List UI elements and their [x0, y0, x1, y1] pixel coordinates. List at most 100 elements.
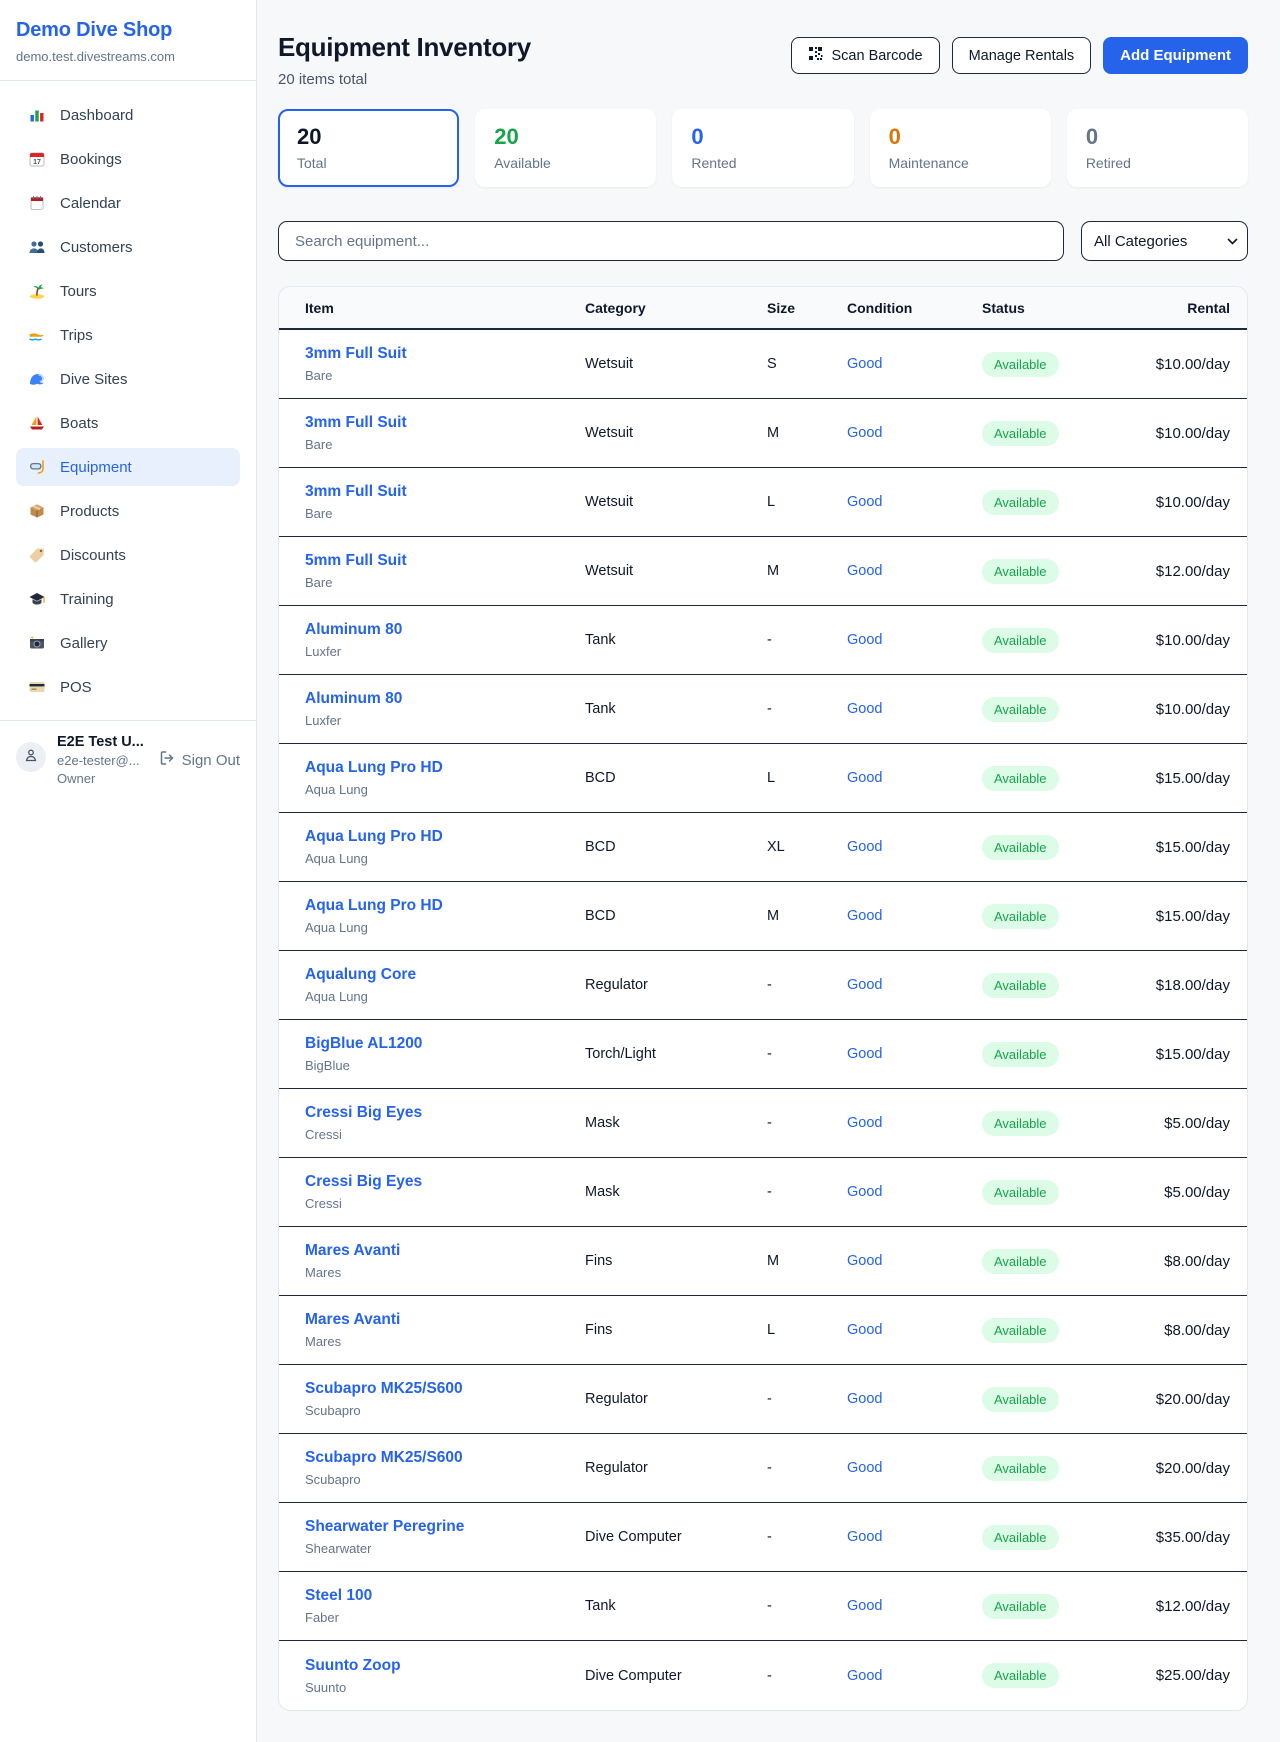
- item-condition-link[interactable]: Good: [847, 1598, 982, 1614]
- item-brand: Cressi: [305, 1127, 585, 1142]
- sidebar-item-dashboard[interactable]: Dashboard: [16, 96, 240, 134]
- table-row[interactable]: Aqua Lung Pro HD Aqua Lung BCD L Good Av…: [279, 744, 1247, 813]
- sidebar-item-tours[interactable]: Tours: [16, 272, 240, 310]
- item-link[interactable]: Scubapro MK25/S600: [305, 1449, 463, 1466]
- sidebar-item-discounts[interactable]: Discounts: [16, 536, 240, 574]
- item-condition-link[interactable]: Good: [847, 908, 982, 924]
- item-link[interactable]: 5mm Full Suit: [305, 552, 407, 569]
- logout-icon: [159, 750, 175, 770]
- sidebar-item-customers[interactable]: Customers: [16, 228, 240, 266]
- sidebar-item-boats[interactable]: Boats: [16, 404, 240, 442]
- sidebar-item-bookings[interactable]: 17 Bookings: [16, 140, 240, 178]
- sidebar-item-gallery[interactable]: Gallery: [16, 624, 240, 662]
- item-condition-link[interactable]: Good: [847, 356, 982, 372]
- sidebar-item-trips[interactable]: Trips: [16, 316, 240, 354]
- sidebar-item-training[interactable]: Training: [16, 580, 240, 618]
- manage-rentals-button[interactable]: Manage Rentals: [952, 37, 1092, 74]
- table-row[interactable]: Cressi Big Eyes Cressi Mask - Good Avail…: [279, 1158, 1247, 1227]
- table-row[interactable]: Aqua Lung Pro HD Aqua Lung BCD M Good Av…: [279, 882, 1247, 951]
- item-rental-price: $8.00/day: [1150, 1322, 1230, 1339]
- item-condition-link[interactable]: Good: [847, 1115, 982, 1131]
- item-link[interactable]: Shearwater Peregrine: [305, 1518, 464, 1535]
- item-condition-link[interactable]: Good: [847, 563, 982, 579]
- item-condition-link[interactable]: Good: [847, 494, 982, 510]
- table-row[interactable]: BigBlue AL1200 BigBlue Torch/Light - Goo…: [279, 1020, 1247, 1089]
- item-link[interactable]: Aqua Lung Pro HD: [305, 759, 443, 776]
- item-condition-link[interactable]: Good: [847, 1668, 982, 1684]
- sign-out-button[interactable]: Sign Out: [159, 750, 240, 770]
- item-link[interactable]: Cressi Big Eyes: [305, 1104, 422, 1121]
- sidebar-nav: Dashboard 17 Bookings Calendar Customers…: [0, 81, 256, 720]
- item-link[interactable]: 3mm Full Suit: [305, 483, 407, 500]
- table-row[interactable]: Shearwater Peregrine Shearwater Dive Com…: [279, 1503, 1247, 1572]
- sidebar-item-pos[interactable]: POS: [16, 668, 240, 706]
- sidebar-item-calendar[interactable]: Calendar: [16, 184, 240, 222]
- item-link[interactable]: Mares Avanti: [305, 1311, 400, 1328]
- item-condition-link[interactable]: Good: [847, 977, 982, 993]
- search-input[interactable]: [278, 221, 1064, 261]
- item-link[interactable]: Suunto Zoop: [305, 1657, 401, 1674]
- stat-card-retired[interactable]: 0 Retired: [1067, 109, 1248, 187]
- brand-name: Demo Dive Shop: [16, 19, 240, 42]
- item-condition-link[interactable]: Good: [847, 1529, 982, 1545]
- item-link[interactable]: Aluminum 80: [305, 621, 402, 638]
- manage-rentals-label: Manage Rentals: [969, 48, 1075, 64]
- table-row[interactable]: Scubapro MK25/S600 Scubapro Regulator - …: [279, 1365, 1247, 1434]
- add-equipment-button[interactable]: Add Equipment: [1103, 37, 1248, 74]
- item-link[interactable]: Aqualung Core: [305, 966, 416, 983]
- table-row[interactable]: Aqualung Core Aqua Lung Regulator - Good…: [279, 951, 1247, 1020]
- item-rental-price: $15.00/day: [1150, 908, 1230, 925]
- item-category: Regulator: [585, 1460, 767, 1476]
- item-link[interactable]: Aqua Lung Pro HD: [305, 897, 443, 914]
- table-row[interactable]: 3mm Full Suit Bare Wetsuit L Good Availa…: [279, 468, 1247, 537]
- sidebar-item-products[interactable]: Products: [16, 492, 240, 530]
- item-link[interactable]: Scubapro MK25/S600: [305, 1380, 463, 1397]
- table-row[interactable]: Mares Avanti Mares Fins L Good Available…: [279, 1296, 1247, 1365]
- category-select[interactable]: All Categories: [1081, 221, 1248, 261]
- item-condition-link[interactable]: Good: [847, 1391, 982, 1407]
- item-condition-link[interactable]: Good: [847, 1184, 982, 1200]
- status-badge: Available: [982, 1042, 1059, 1067]
- item-link[interactable]: 3mm Full Suit: [305, 414, 407, 431]
- item-brand: Bare: [305, 437, 585, 452]
- item-link[interactable]: BigBlue AL1200: [305, 1035, 422, 1052]
- stat-card-maintenance[interactable]: 0 Maintenance: [870, 109, 1051, 187]
- item-link[interactable]: Steel 100: [305, 1587, 372, 1604]
- item-link[interactable]: Cressi Big Eyes: [305, 1173, 422, 1190]
- stat-label: Rented: [691, 155, 834, 171]
- item-brand: Aqua Lung: [305, 920, 585, 935]
- item-condition-link[interactable]: Good: [847, 701, 982, 717]
- table-row[interactable]: Scubapro MK25/S600 Scubapro Regulator - …: [279, 1434, 1247, 1503]
- table-row[interactable]: 5mm Full Suit Bare Wetsuit M Good Availa…: [279, 537, 1247, 606]
- item-link[interactable]: Mares Avanti: [305, 1242, 400, 1259]
- table-row[interactable]: Steel 100 Faber Tank - Good Available $1…: [279, 1572, 1247, 1641]
- item-link[interactable]: Aqua Lung Pro HD: [305, 828, 443, 845]
- table-row[interactable]: Mares Avanti Mares Fins M Good Available…: [279, 1227, 1247, 1296]
- table-row[interactable]: 3mm Full Suit Bare Wetsuit S Good Availa…: [279, 330, 1247, 399]
- table-row[interactable]: Suunto Zoop Suunto Dive Computer - Good …: [279, 1641, 1247, 1710]
- item-link[interactable]: Aluminum 80: [305, 690, 402, 707]
- item-condition-link[interactable]: Good: [847, 1253, 982, 1269]
- sidebar-item-dive-sites[interactable]: Dive Sites: [16, 360, 240, 398]
- status-badge: Available: [982, 1387, 1059, 1412]
- table-row[interactable]: Cressi Big Eyes Cressi Mask - Good Avail…: [279, 1089, 1247, 1158]
- sidebar-item-label: Tours: [60, 283, 97, 300]
- table-row[interactable]: Aluminum 80 Luxfer Tank - Good Available…: [279, 606, 1247, 675]
- item-condition-link[interactable]: Good: [847, 632, 982, 648]
- item-condition-link[interactable]: Good: [847, 839, 982, 855]
- scan-barcode-button[interactable]: Scan Barcode: [791, 37, 939, 74]
- item-condition-link[interactable]: Good: [847, 770, 982, 786]
- item-condition-link[interactable]: Good: [847, 425, 982, 441]
- table-row[interactable]: Aqua Lung Pro HD Aqua Lung BCD XL Good A…: [279, 813, 1247, 882]
- table-row[interactable]: Aluminum 80 Luxfer Tank - Good Available…: [279, 675, 1247, 744]
- item-condition-link[interactable]: Good: [847, 1460, 982, 1476]
- item-condition-link[interactable]: Good: [847, 1322, 982, 1338]
- stat-card-rented[interactable]: 0 Rented: [672, 109, 853, 187]
- item-condition-link[interactable]: Good: [847, 1046, 982, 1062]
- table-row[interactable]: 3mm Full Suit Bare Wetsuit M Good Availa…: [279, 399, 1247, 468]
- item-link[interactable]: 3mm Full Suit: [305, 345, 407, 362]
- sidebar-item-equipment[interactable]: Equipment: [16, 448, 240, 486]
- stat-card-available[interactable]: 20 Available: [475, 109, 656, 187]
- stat-card-total[interactable]: 20 Total: [278, 109, 459, 187]
- status-badge: Available: [982, 559, 1059, 584]
